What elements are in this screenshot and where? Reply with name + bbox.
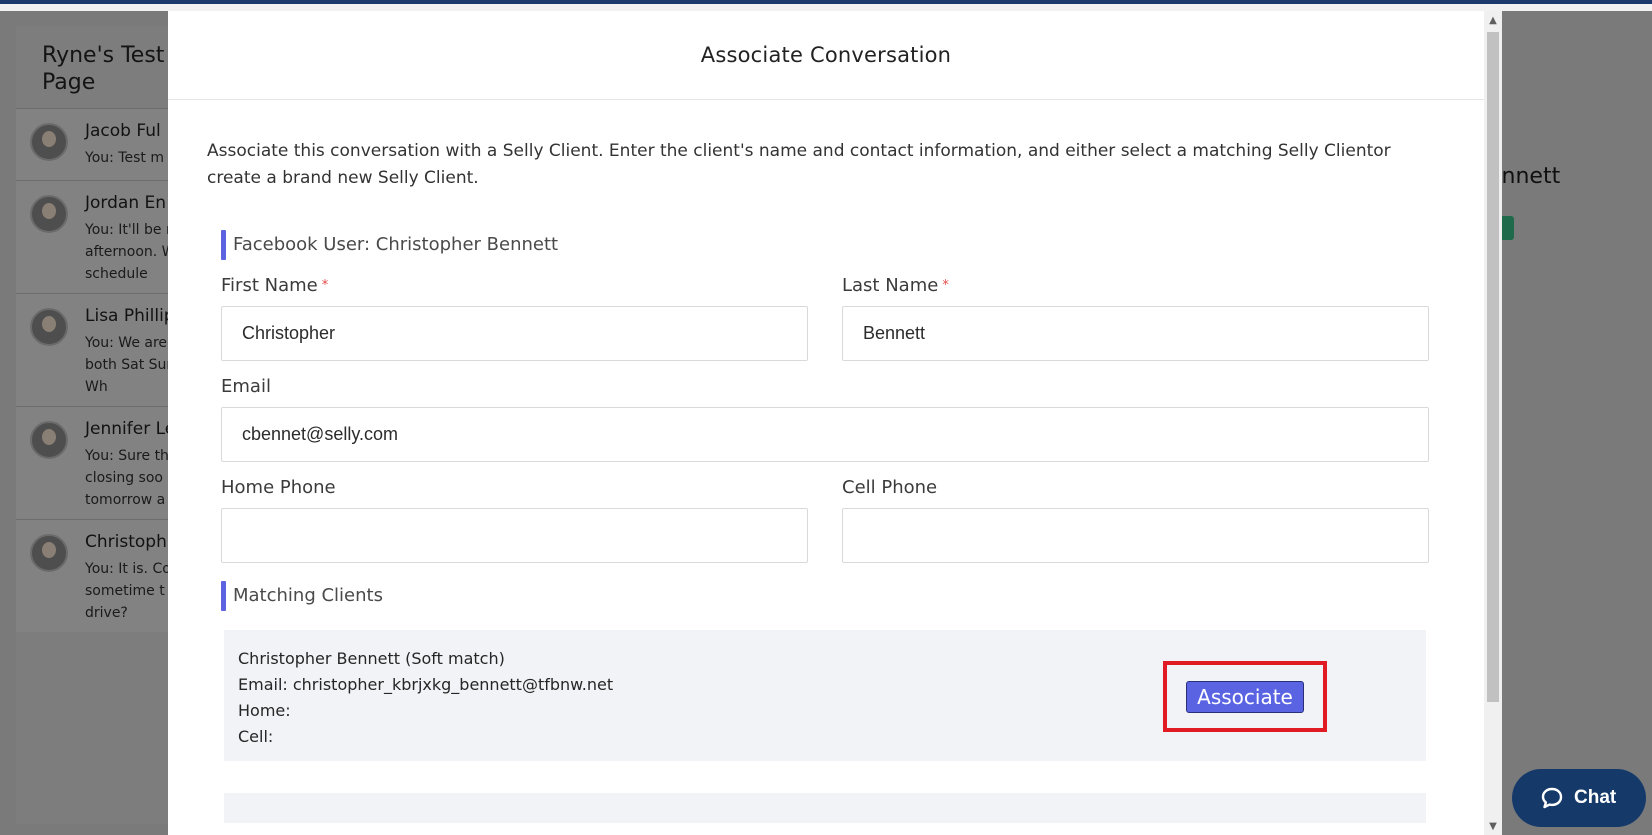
scrollbar-thumb[interactable] bbox=[1487, 32, 1499, 702]
match-details: Christopher Bennett (Soft match) Email: … bbox=[238, 646, 613, 750]
home-phone-label: Home Phone bbox=[221, 477, 336, 498]
home-phone-input[interactable] bbox=[221, 508, 808, 563]
match-title: Christopher Bennett (Soft match) bbox=[238, 649, 505, 668]
modal-body: Associate this conversation with a Selly… bbox=[168, 138, 1484, 823]
first-name-input[interactable]: Christopher bbox=[221, 306, 808, 361]
browser-top-bar bbox=[0, 0, 1652, 11]
last-name-input[interactable]: Bennett bbox=[842, 306, 1429, 361]
chat-label: Chat bbox=[1574, 787, 1617, 808]
conversation-name: Jacob Ful bbox=[85, 121, 161, 141]
first-name-label: First Name * bbox=[221, 275, 329, 296]
required-mark: * bbox=[942, 278, 949, 293]
conversation-name: Lisa Phillip bbox=[85, 306, 175, 326]
cell-phone-input[interactable] bbox=[842, 508, 1429, 563]
avatar bbox=[30, 421, 68, 459]
required-mark: * bbox=[321, 278, 329, 293]
avatar bbox=[30, 534, 68, 572]
modal-header: Associate Conversation bbox=[168, 11, 1484, 100]
avatar bbox=[30, 123, 68, 161]
modal-title: Associate Conversation bbox=[700, 43, 952, 67]
avatar bbox=[30, 195, 68, 233]
client-form: First Name * Christopher Last Name * Benne… bbox=[221, 260, 1429, 563]
conversation-name: Jennifer Le bbox=[85, 419, 176, 439]
conversation-name: Jordan En bbox=[85, 193, 167, 213]
cell-phone-label: Cell Phone bbox=[842, 477, 938, 498]
matching-clients-heading: Matching Clients bbox=[221, 581, 1445, 611]
scroll-up-icon[interactable]: ▲ bbox=[1484, 11, 1502, 29]
email-label: Email bbox=[221, 376, 271, 397]
last-name-label: Last Name * bbox=[842, 275, 949, 296]
chat-widget-button[interactable]: Chat bbox=[1512, 769, 1646, 827]
scroll-down-icon[interactable]: ▼ bbox=[1484, 817, 1502, 835]
chat-bubble-icon bbox=[1541, 787, 1563, 809]
associate-button[interactable]: Associate bbox=[1186, 681, 1304, 713]
matching-client-card bbox=[224, 793, 1426, 823]
avatar bbox=[30, 308, 68, 346]
match-email: Email: christopher_kbrjxkg_bennett@tfbnw… bbox=[238, 675, 614, 694]
email-input[interactable]: cbennet@selly.com bbox=[221, 407, 1429, 462]
conversation-name: Christoph bbox=[85, 532, 167, 552]
matching-client-card: Christopher Bennett (Soft match) Email: … bbox=[224, 630, 1426, 761]
associate-conversation-modal: Associate Conversation Associate this co… bbox=[168, 11, 1484, 835]
match-cell: Cell: bbox=[238, 727, 274, 746]
intro-text: Associate this conversation with a Selly… bbox=[207, 141, 1391, 188]
facebook-user-heading: Facebook User: Christopher Bennett bbox=[221, 230, 1445, 260]
highlight-annotation: Associate bbox=[1163, 661, 1327, 732]
match-home: Home: bbox=[238, 701, 291, 720]
modal-scrollbar[interactable]: ▲ ▼ bbox=[1484, 11, 1502, 835]
